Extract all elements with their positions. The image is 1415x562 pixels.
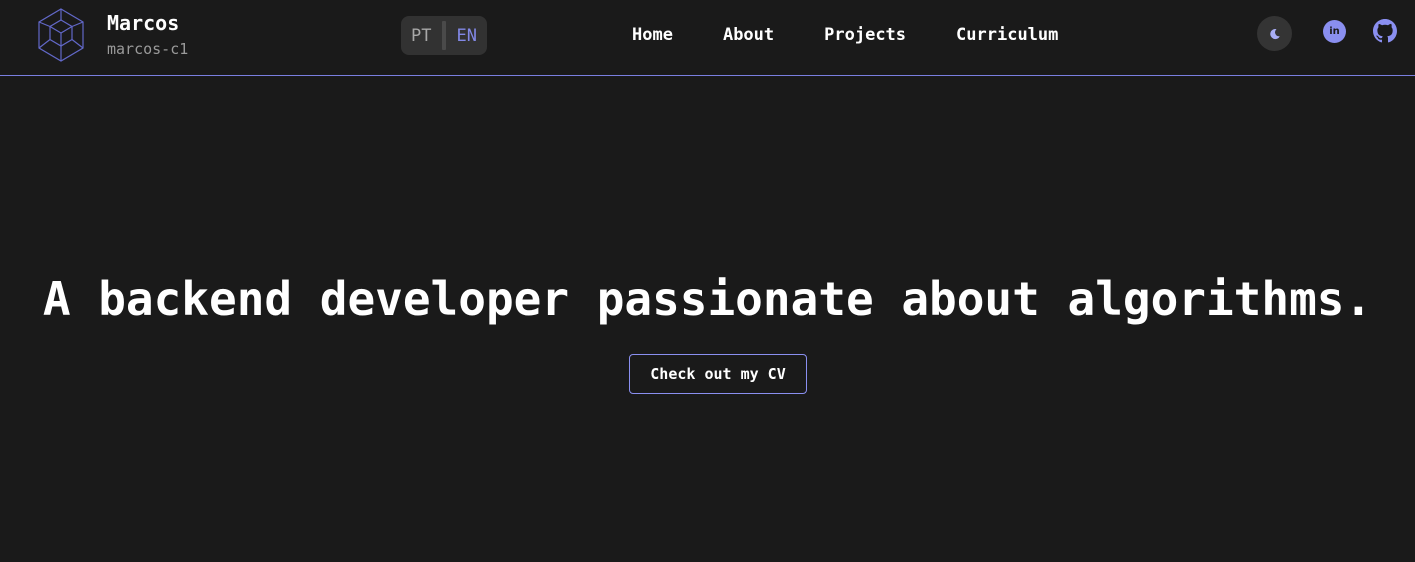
- moon-icon: [1269, 28, 1280, 39]
- check-cv-button[interactable]: Check out my CV: [629, 354, 807, 394]
- hero-title: A backend developer passionate about alg…: [42, 272, 1373, 326]
- site-header: Marcos marcos-c1 PT EN Home About Projec…: [0, 0, 1415, 76]
- language-option-en[interactable]: EN: [457, 26, 477, 46]
- language-switch: PT EN: [401, 16, 487, 55]
- github-icon[interactable]: [1373, 19, 1397, 43]
- nav-item-curriculum[interactable]: Curriculum: [956, 25, 1058, 45]
- language-separator: [442, 21, 446, 50]
- language-option-pt[interactable]: PT: [411, 26, 431, 46]
- nav-item-about[interactable]: About: [723, 25, 774, 45]
- linkedin-icon: in: [1329, 26, 1340, 37]
- linkedin-link[interactable]: in: [1323, 20, 1346, 43]
- brand[interactable]: Marcos marcos-c1: [38, 8, 188, 62]
- brand-handle: marcos-c1: [107, 40, 189, 58]
- nav-item-projects[interactable]: Projects: [824, 25, 906, 45]
- nav-item-home[interactable]: Home: [632, 25, 673, 45]
- theme-toggle-button[interactable]: [1257, 16, 1292, 51]
- main-nav: Home About Projects Curriculum: [632, 22, 1058, 48]
- cube-wireframe-icon: [38, 8, 84, 62]
- brand-text: Marcos marcos-c1: [107, 10, 188, 60]
- brand-name: Marcos: [107, 11, 180, 35]
